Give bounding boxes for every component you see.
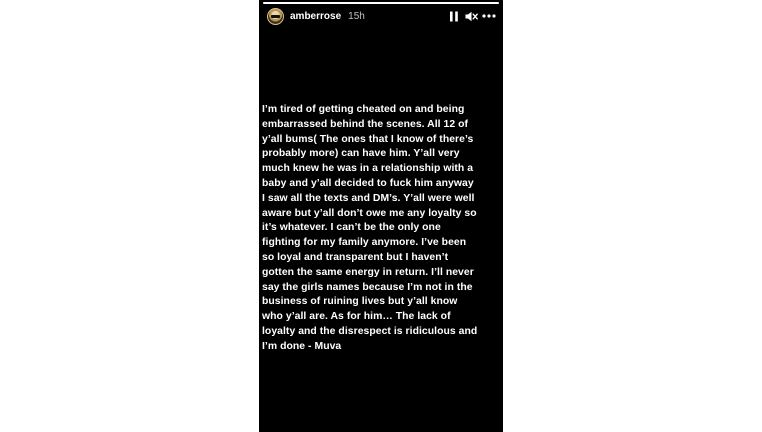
story-text: I’m tired of getting cheated on and bein… [262, 104, 478, 352]
pause-icon[interactable] [447, 9, 461, 23]
avatar[interactable] [267, 7, 284, 25]
story-header: amberrose 15h [259, 0, 503, 26]
username[interactable]: amberrose [290, 11, 341, 22]
more-icon[interactable] [481, 9, 497, 23]
story-viewer[interactable]: amberrose 15h I’m tired of getting cheat… [259, 0, 503, 432]
mute-icon[interactable] [464, 9, 478, 23]
timestamp: 15h [348, 10, 365, 22]
